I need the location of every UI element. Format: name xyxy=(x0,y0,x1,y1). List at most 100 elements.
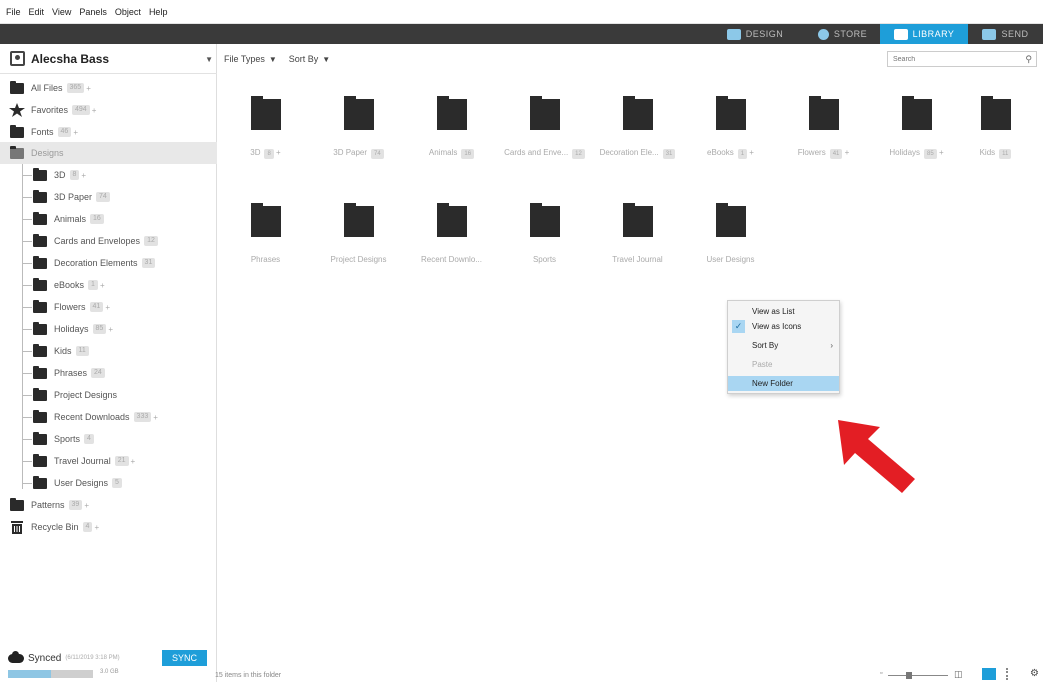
sidebar-item-fonts[interactable]: Fonts 46 + xyxy=(0,121,217,143)
folder-icon xyxy=(622,96,653,130)
folder-item-phrases[interactable]: Phrases xyxy=(218,203,313,276)
folder-item-kids[interactable]: Kids 11 xyxy=(948,96,1043,169)
list-view-icon[interactable] xyxy=(1006,668,1020,680)
menu-edit[interactable]: Edit xyxy=(29,7,45,17)
menu-object[interactable]: Object xyxy=(115,7,141,17)
sidebar-item-phrases[interactable]: Phrases 24 xyxy=(0,362,217,384)
folder-item-sports[interactable]: Sports xyxy=(497,203,592,276)
folder-item-3d[interactable]: 3D 8 + xyxy=(218,96,313,169)
folder-icon xyxy=(436,96,467,130)
user-selector[interactable]: Alecsha Bass ▼ xyxy=(0,44,217,74)
sync-status: Synced (6/11/2019 3:18 PM) SYNC xyxy=(0,648,217,668)
folder-icon xyxy=(10,124,24,138)
menu-bar: File Edit View Panels Object Help xyxy=(0,0,1043,24)
tab-library[interactable]: LIBRARY xyxy=(880,24,968,44)
sidebar-item-cards-and-envelopes[interactable]: Cards and Envelopes 12 xyxy=(0,230,217,252)
checkmark-icon: ✓ xyxy=(732,320,745,333)
zoom-slider[interactable]: ▫ ◫ xyxy=(880,669,970,680)
folder-icon xyxy=(343,96,374,130)
folder-icon xyxy=(33,365,47,379)
folder-item-user-designs[interactable]: User Designs xyxy=(683,203,778,276)
storage-indicator: 3.0 GB xyxy=(8,669,208,679)
sidebar-item-recycle-bin[interactable]: Recycle Bin 4 + xyxy=(0,516,217,538)
folder-icon xyxy=(33,255,47,269)
trash-icon xyxy=(11,521,23,534)
folder-icon xyxy=(33,475,47,489)
sidebar-item-user-designs[interactable]: User Designs 5 xyxy=(0,472,217,494)
folder-icon xyxy=(715,203,746,237)
folder-item-3d-paper[interactable]: 3D Paper 74 xyxy=(311,96,406,169)
folder-item-ebooks[interactable]: eBooks 1 + xyxy=(683,96,778,169)
sidebar-item-kids[interactable]: Kids 11 xyxy=(0,340,217,362)
chevron-down-icon[interactable]: ▼ xyxy=(205,55,213,64)
zoom-handle[interactable] xyxy=(906,672,912,679)
sidebar-item-sports[interactable]: Sports 4 xyxy=(0,428,217,450)
grid-view-icon[interactable] xyxy=(982,668,996,680)
sidebar-item-patterns[interactable]: Patterns 39 + xyxy=(0,494,217,516)
menu-item-sort-by[interactable]: Sort By › xyxy=(728,338,839,353)
user-icon xyxy=(10,51,25,66)
menu-file[interactable]: File xyxy=(6,7,21,17)
sort-by-dropdown[interactable]: Sort By ▼ xyxy=(289,54,330,64)
sidebar-item-all-files[interactable]: All Files 365 + xyxy=(0,77,217,99)
folder-item-travel-journal[interactable]: Travel Journal xyxy=(590,203,685,276)
folder-icon xyxy=(10,497,24,511)
folder-icon xyxy=(33,167,47,181)
folder-item-project-designs[interactable]: Project Designs xyxy=(311,203,406,276)
folder-icon xyxy=(250,203,281,237)
red-arrow-icon xyxy=(838,420,915,493)
chevron-down-icon: ▼ xyxy=(322,54,331,64)
design-icon xyxy=(726,28,741,40)
library-main: File Types▼ Sort By▼ ⚲ 3D8 + 3D Paper74 … xyxy=(218,44,1043,682)
menu-panels[interactable]: Panels xyxy=(79,7,107,17)
menu-item-view-as-icons[interactable]: ✓ View as Icons xyxy=(728,319,839,334)
library-sidebar: Alecsha Bass ▼ All Files 365 + Favorites … xyxy=(0,44,217,682)
folder-icon xyxy=(10,80,24,94)
menu-item-new-folder[interactable]: New Folder xyxy=(728,376,839,391)
folder-item-decoration-elements[interactable]: Decoration Ele... 31 xyxy=(590,96,685,169)
sidebar-item-animals[interactable]: Animals 16 xyxy=(0,208,217,230)
menu-help[interactable]: Help xyxy=(149,7,168,17)
sidebar-item-3d[interactable]: 3D 8 + xyxy=(0,164,217,186)
folder-item-cards-and-envelopes[interactable]: Cards and Enve... 12 xyxy=(497,96,592,169)
sidebar-item-favorites[interactable]: Favorites 494 + xyxy=(0,99,217,121)
folder-icon xyxy=(715,96,746,130)
tab-send[interactable]: SEND xyxy=(968,24,1043,44)
folder-icon xyxy=(33,431,47,445)
sidebar-item-3d-paper[interactable]: 3D Paper 74 xyxy=(0,186,217,208)
folder-icon xyxy=(33,409,47,423)
sync-button[interactable]: SYNC xyxy=(162,650,207,666)
chevron-right-icon: › xyxy=(830,341,833,350)
tab-store[interactable]: STORE xyxy=(805,24,880,44)
folder-item-animals[interactable]: Animals 16 xyxy=(404,96,499,169)
cloud-icon xyxy=(8,650,24,663)
folder-icon xyxy=(622,203,653,237)
sidebar-item-designs[interactable]: Designs xyxy=(0,142,217,164)
store-icon xyxy=(817,28,829,40)
status-text: 15 items in this folder xyxy=(215,672,282,679)
folder-item-flowers[interactable]: Flowers 41 + xyxy=(776,96,871,169)
search-box[interactable]: ⚲ xyxy=(887,51,1037,67)
search-input[interactable] xyxy=(893,55,1013,63)
gear-icon[interactable]: ⚙ xyxy=(1030,668,1040,680)
menu-view[interactable]: View xyxy=(52,7,71,17)
sidebar-item-project-designs[interactable]: Project Designs xyxy=(0,384,217,406)
sidebar-item-travel-journal[interactable]: Travel Journal 21 + xyxy=(0,450,217,472)
folder-item-recent-downloads[interactable]: Recent Downlo... xyxy=(404,203,499,276)
chevron-down-icon: ▼ xyxy=(268,54,277,64)
tab-design[interactable]: DESIGN xyxy=(705,24,805,44)
folder-icon xyxy=(436,203,467,237)
folder-icon xyxy=(529,96,560,130)
sidebar-item-ebooks[interactable]: eBooks 1 + xyxy=(0,274,217,296)
file-types-dropdown[interactable]: File Types ▼ xyxy=(224,54,277,64)
folder-icon xyxy=(808,96,839,130)
search-icon[interactable]: ⚲ xyxy=(1025,54,1032,65)
context-menu: View as List ✓ View as Icons Sort By › P… xyxy=(727,300,840,394)
sidebar-item-decoration-elements[interactable]: Decoration Elements 31 xyxy=(0,252,217,274)
star-icon xyxy=(9,103,25,117)
folder-icon xyxy=(33,343,47,357)
menu-item-view-as-list[interactable]: View as List xyxy=(728,304,839,319)
sidebar-item-holidays[interactable]: Holidays 85 + xyxy=(0,318,217,340)
sidebar-item-recent-downloads[interactable]: Recent Downloads 333 + xyxy=(0,406,217,428)
sidebar-item-flowers[interactable]: Flowers 41 + xyxy=(0,296,217,318)
